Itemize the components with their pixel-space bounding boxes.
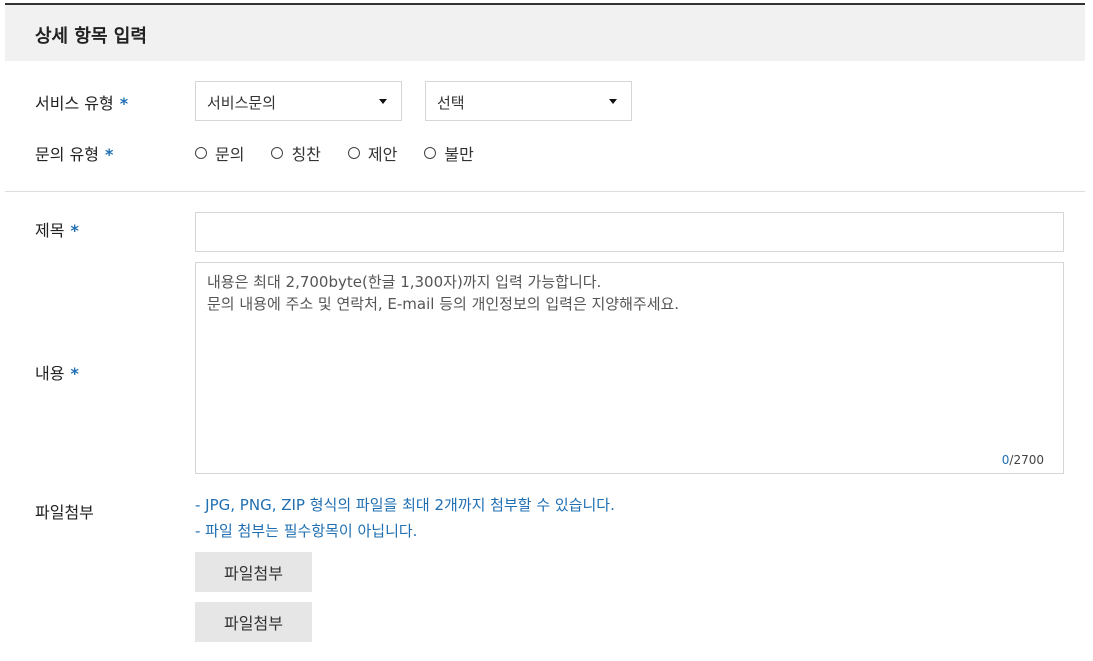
subject-input[interactable] <box>195 212 1064 252</box>
radio-inquiry[interactable]: 문의 <box>195 141 244 165</box>
content-textarea[interactable]: 내용은 최대 2,700byte(한글 1,300자)까지 입력 가능합니다. … <box>195 262 1064 474</box>
content-placeholder: 내용은 최대 2,700byte(한글 1,300자)까지 입력 가능합니다. … <box>207 273 680 313</box>
radio-label: 문의 <box>215 145 245 164</box>
attachment-notes: - JPG, PNG, ZIP 형식의 파일을 최대 2개까지 첨부할 수 있습… <box>195 492 615 544</box>
char-counter: 0/2700 <box>1002 453 1044 467</box>
radio-label: 칭찬 <box>291 145 321 164</box>
radio-circle-icon[interactable] <box>347 147 360 159</box>
service-select-value: 서비스문의 <box>207 94 277 112</box>
char-count-max: /2700 <box>1009 453 1044 467</box>
subject-label: 제목 * <box>35 217 79 241</box>
radio-circle-icon[interactable] <box>271 147 284 159</box>
inquiry-type-label-text: 문의 유형 <box>35 145 99 164</box>
file-attach-button-2[interactable]: 파일첨부 <box>195 602 312 642</box>
divider <box>5 191 1085 192</box>
chevron-down-icon <box>379 99 387 104</box>
content-label: 내용 * <box>35 360 79 384</box>
radio-circle-icon[interactable] <box>195 147 207 159</box>
radio-label: 불만 <box>444 145 474 164</box>
required-mark: * <box>70 364 79 383</box>
required-mark: * <box>119 94 129 113</box>
attachment-note: - 파일 첨부는 필수항목이 아닙니다. <box>195 522 418 540</box>
file-attach-button-1[interactable]: 파일첨부 <box>195 552 312 592</box>
inquiry-type-radio-group: 문의 칭찬 제안 불만 <box>195 141 501 165</box>
radio-label: 제안 <box>367 145 398 164</box>
content-label-text: 내용 <box>35 364 65 383</box>
radio-suggestion[interactable]: 제안 <box>347 141 398 165</box>
radio-circle-icon[interactable] <box>424 147 437 159</box>
required-mark: * <box>70 221 79 240</box>
section-title: 상세 항목 입력 <box>35 26 147 47</box>
chevron-down-icon <box>609 99 617 104</box>
radio-complaint[interactable]: 불만 <box>424 141 474 165</box>
service-detail-select[interactable]: 선택 <box>425 81 632 121</box>
subject-label-text: 제목 <box>35 221 65 240</box>
radio-praise[interactable]: 칭찬 <box>271 141 321 165</box>
service-type-label-text: 서비스 유형 <box>35 94 114 113</box>
attachment-note: - JPG, PNG, ZIP 형식의 파일을 최대 2개까지 첨부할 수 있습… <box>195 496 615 514</box>
required-mark: * <box>104 145 114 164</box>
attachment-label: 파일첨부 <box>35 503 94 522</box>
service-select[interactable]: 서비스문의 <box>195 81 402 121</box>
service-type-label: 서비스 유형 * <box>35 90 128 114</box>
section-header: 상세 항목 입력 <box>5 3 1085 61</box>
inquiry-type-label: 문의 유형 * <box>35 141 113 165</box>
service-detail-select-value: 선택 <box>437 94 465 112</box>
